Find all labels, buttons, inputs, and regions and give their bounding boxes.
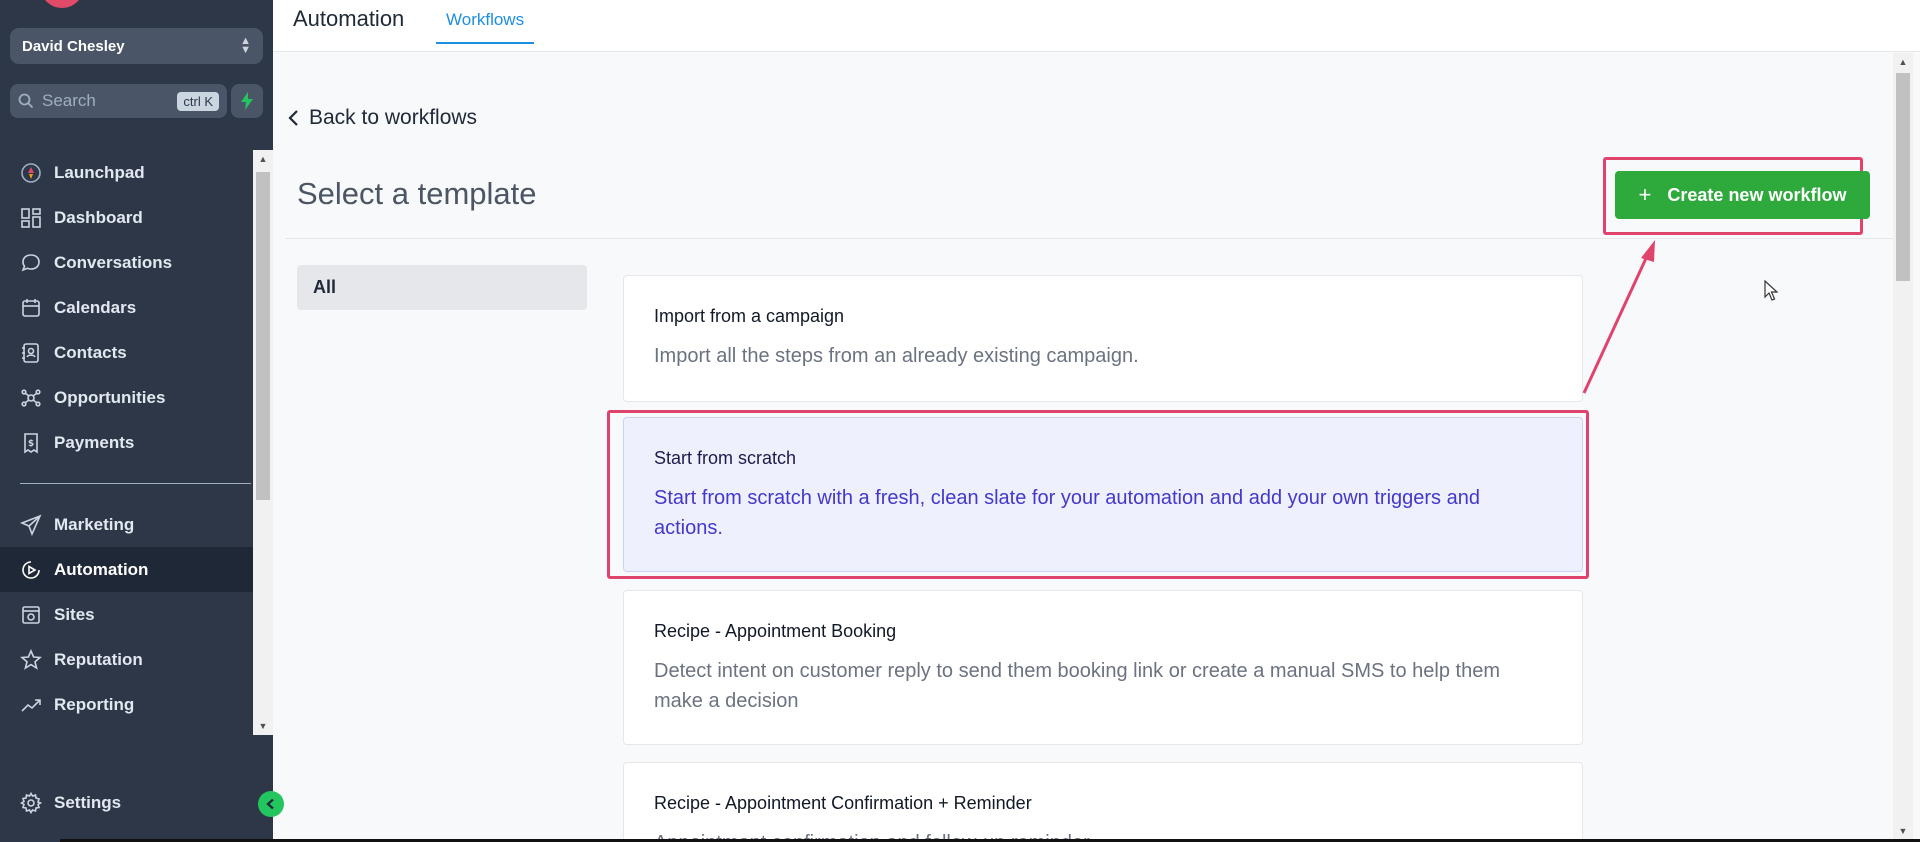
sidebar-item-label: Launchpad [54,162,145,182]
template-description: Import all the steps from an already exi… [654,345,1139,367]
main-content: Back to workflows Select a template + Cr… [273,53,1895,842]
create-button-label: Create new workflow [1667,184,1847,205]
chevron-updown-icon: ▲ ▼ [240,35,251,56]
plus-icon: + [1638,182,1652,207]
section-heading: Select a template [297,176,537,211]
scrollbar-thumb[interactable] [1896,73,1910,281]
scroll-up-arrow-icon[interactable]: ▲ [253,152,273,166]
scroll-down-arrow-icon[interactable]: ▼ [253,719,273,733]
template-title: Import from a campaign [654,306,845,326]
sidebar-item-contacts[interactable]: Contacts [0,330,253,375]
sidebar-item-settings[interactable]: Settings [0,780,253,825]
account-switcher[interactable]: David Chesley ▲ ▼ [10,28,263,64]
opportunities-icon [21,388,41,407]
automation-play-icon [22,560,40,579]
calendar-icon [22,298,40,317]
account-name: David Chesley [22,37,125,55]
website-icon [22,605,40,624]
sidebar-item-label: Settings [54,792,122,812]
sidebar-item-label: Payments [54,432,135,452]
quick-action-button[interactable] [231,84,263,118]
sidebar-item-marketing[interactable]: Marketing [0,502,253,547]
receipt-dollar-icon: $ [24,432,38,453]
search-icon [18,93,34,109]
chevron-left-icon [288,110,298,126]
template-title: Start from scratch [654,448,797,468]
scrollbar-thumb[interactable] [256,172,270,500]
contacts-book-icon [22,342,39,363]
page-title: Automation [293,6,405,31]
search-placeholder: Search [42,91,96,110]
sidebar-item-sites[interactable]: Sites [0,592,253,637]
rocket-icon [21,162,41,183]
scroll-down-arrow-icon[interactable]: ▼ [1893,824,1913,838]
template-title: Recipe - Appointment Booking [654,621,897,641]
sidebar-item-calendars[interactable]: Calendars [0,285,253,330]
sidebar-item-label: Automation [54,559,149,579]
dashboard-icon [21,207,41,228]
sidebar-scrollbar[interactable]: ▲ ▼ [253,150,273,735]
template-card-appointment-confirmation[interactable]: Recipe - Appointment Confirmation + Remi… [623,762,1583,842]
sidebar-item-label: Contacts [54,342,127,362]
sidebar-item-label: Reporting [54,694,135,714]
sidebar-item-launchpad[interactable]: Launchpad [0,150,253,195]
sidebar-item-label: Reputation [54,649,143,669]
sidebar-divider [20,483,251,484]
main-scrollbar[interactable]: ▲ ▼ [1893,53,1913,842]
template-card-import-campaign[interactable]: Import from a campaign Import all the st… [623,275,1583,402]
chat-bubble-icon [21,253,40,271]
sidebar-item-reputation[interactable]: Reputation [0,637,253,682]
back-to-workflows-link[interactable]: Back to workflows [287,106,477,130]
sidebar-item-label: Marketing [54,514,135,534]
template-description: Detect intent on customer reply to send … [654,660,1500,712]
divider [285,238,1895,239]
sidebar-collapse-button[interactable] [258,791,284,817]
lightning-icon [241,92,253,110]
mouse-cursor-icon [1764,280,1778,301]
sidebar-item-opportunities[interactable]: Opportunities [0,375,253,420]
star-icon [20,648,42,670]
chevron-left-icon [266,798,274,810]
sidebar-item-label: Conversations [54,252,173,272]
svg-text:$: $ [28,439,34,449]
trend-up-icon [21,698,41,712]
create-button-highlight: + Create new workflow [1603,157,1870,235]
template-title: Recipe - Appointment Confirmation + Remi… [654,793,1032,813]
category-all[interactable]: All [297,265,587,310]
tab-workflows[interactable]: Workflows [436,10,535,44]
sidebar-nav: Launchpad Dashboard Conversations Calend… [0,150,253,727]
template-card-start-from-scratch[interactable]: Start from scratch Start from scratch wi… [623,417,1583,572]
sidebar-item-dashboard[interactable]: Dashboard [0,195,253,240]
sidebar-item-automation[interactable]: Automation [0,547,253,592]
sidebar: David Chesley ▲ ▼ Search ctrl K Launchpad… [0,0,273,842]
sidebar-item-label: Dashboard [54,207,143,227]
gear-icon [20,791,42,814]
scroll-up-arrow-icon[interactable]: ▲ [1893,55,1913,69]
send-icon [20,514,42,536]
sidebar-item-payments[interactable]: $ Payments [0,420,253,465]
sidebar-item-label: Opportunities [54,387,166,407]
template-description: Start from scratch with a fresh, clean s… [654,487,1480,539]
template-card-appointment-booking[interactable]: Recipe - Appointment Booking Detect inte… [623,590,1583,745]
sidebar-item-label: Sites [54,604,95,624]
sidebar-item-reporting[interactable]: Reporting [0,682,253,727]
top-bar: Automation Workflows [273,0,1920,52]
search-input[interactable]: Search ctrl K [10,84,227,118]
logo [40,0,84,8]
create-new-workflow-button[interactable]: + Create new workflow [1615,171,1870,219]
sidebar-item-conversations[interactable]: Conversations [0,240,253,285]
sidebar-item-label: Calendars [54,297,137,317]
search-shortcut: ctrl K [177,91,219,111]
back-label: Back to workflows [309,106,478,129]
